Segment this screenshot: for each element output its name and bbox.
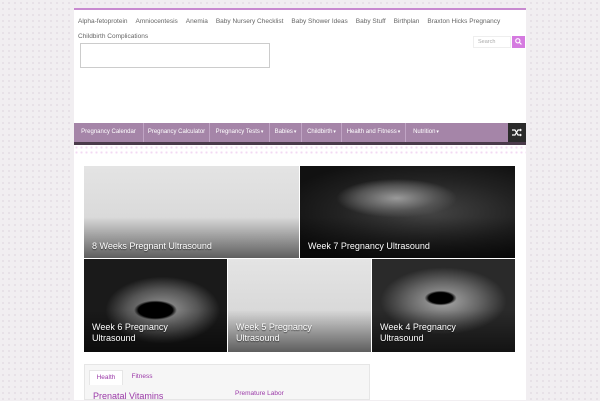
nav-item-pregnancy-calculator[interactable]: Pregnancy Calculator (144, 123, 210, 142)
slide-week-4[interactable]: Week 4 Pregnancy Ultrasound (372, 259, 515, 352)
slide-title: Week 6 Pregnancy Ultrasound (92, 322, 168, 343)
top-menu-item-baby-nursery-checklist[interactable]: Baby Nursery Checklist (216, 14, 284, 29)
nav-label: Babies (274, 129, 293, 135)
sidebar-link[interactable]: Premature Labor (235, 390, 284, 397)
chevron-down-icon: ▾ (293, 129, 297, 135)
nav-item-pregnancy-calendar[interactable]: Pregnancy Calendar (74, 123, 144, 142)
nav-item-health-and-fitness[interactable]: Health and Fitness▾ (342, 123, 406, 142)
top-menu-item-anemia[interactable]: Anemia (186, 14, 208, 29)
top-menu-item-baby-shower-ideas[interactable]: Baby Shower Ideas (291, 14, 347, 29)
slide-title: Week 4 Pregnancy Ultrasound (380, 322, 456, 343)
slide-title: 8 Weeks Pregnant Ultrasound (92, 241, 212, 251)
header-banner[interactable] (80, 43, 270, 68)
nav-label: Health and Fitness (346, 129, 397, 135)
search-input[interactable]: Search (473, 36, 511, 48)
slide-title: Week 5 Pregnancy Ultrasound (236, 322, 312, 343)
slide-title: Week 7 Pregnancy Ultrasound (308, 241, 430, 251)
chevron-down-icon: ▾ (397, 129, 401, 135)
nav-item-nutrition[interactable]: Nutrition▾ (406, 123, 446, 142)
top-menu-item-birthplan[interactable]: Birthplan (394, 14, 420, 29)
top-menu-item-braxton-hicks[interactable]: Braxton Hicks Pregnancy (427, 14, 500, 29)
tab-fitness[interactable]: Fitness (125, 370, 159, 384)
nav-label: Childbirth (307, 129, 333, 135)
slide-week-5[interactable]: Week 5 Pregnancy Ultrasound (228, 259, 371, 352)
nav-item-babies[interactable]: Babies▾ (270, 123, 302, 142)
nav-label: Pregnancy Tests (215, 129, 260, 135)
pattern-divider (74, 145, 526, 155)
top-menu: Alpha-fetoprotein Amniocentesis Anemia Baby… (78, 14, 522, 44)
nav-item-childbirth[interactable]: Childbirth▾ (302, 123, 342, 142)
shuffle-icon (512, 128, 522, 137)
page-container: Alpha-fetoprotein Amniocentesis Anemia Baby… (74, 8, 526, 401)
top-menu-item-baby-stuff[interactable]: Baby Stuff (356, 14, 386, 29)
slide-week-7[interactable]: Week 7 Pregnancy Ultrasound (300, 166, 515, 258)
search-button[interactable] (512, 36, 525, 48)
chevron-down-icon: ▾ (260, 129, 264, 135)
top-menu-item-amniocentesis[interactable]: Amniocentesis (136, 14, 178, 29)
chevron-down-icon: ▾ (436, 129, 439, 135)
nav-label: Pregnancy Calculator (147, 129, 206, 135)
slide-8-weeks[interactable]: 8 Weeks Pregnant Ultrasound (84, 166, 299, 258)
category-tabs-widget: Health Fitness Prenatal Vitamins Prematu… (84, 364, 370, 401)
top-menu-item-childbirth-complications[interactable]: Childbirth Complications (78, 29, 148, 44)
nav-label: Nutrition (413, 129, 436, 135)
chevron-down-icon: ▾ (333, 129, 336, 135)
tab-health[interactable]: Health (89, 370, 123, 385)
top-accent-line (74, 8, 526, 10)
nav-label: Pregnancy Calendar (81, 129, 136, 135)
slide-week-6[interactable]: Week 6 Pregnancy Ultrasound (84, 259, 227, 352)
random-article-button[interactable] (508, 123, 526, 142)
nav-item-pregnancy-tests[interactable]: Pregnancy Tests▾ (210, 123, 270, 142)
main-navigation: Pregnancy Calendar Pregnancy Calculator … (74, 123, 526, 145)
top-menu-item-alpha-fetoprotein[interactable]: Alpha-fetoprotein (78, 14, 128, 29)
search-icon (515, 38, 522, 45)
